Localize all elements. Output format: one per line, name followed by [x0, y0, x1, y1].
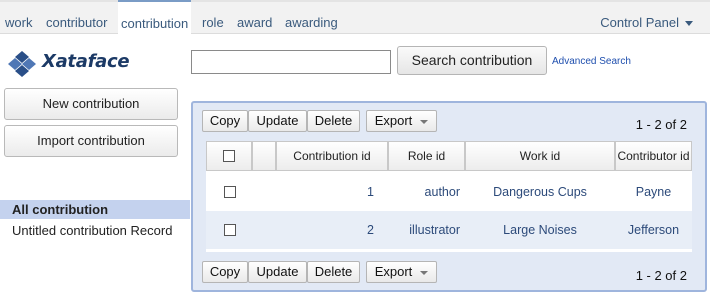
- export-label: Export: [374, 264, 413, 279]
- cell-work-id[interactable]: Large Noises: [465, 211, 615, 249]
- table-row[interactable]: 2 illustrator Large Noises Jefferson: [206, 211, 692, 249]
- sidebar-item-untitled-record[interactable]: Untitled contribution Record: [0, 221, 190, 240]
- tab-contributor[interactable]: contributor: [46, 2, 107, 34]
- top-navigation: work contributor contribution role award…: [0, 0, 710, 34]
- sidebar-item-all[interactable]: All contribution: [0, 200, 190, 219]
- cell-work-id[interactable]: Dangerous Cups: [465, 173, 615, 211]
- xataface-logo-icon: [8, 51, 36, 77]
- cell-role-id[interactable]: author: [388, 173, 460, 211]
- results-panel: Copy Update Delete Export 1 - 2 of 2 Con…: [191, 101, 707, 292]
- tab-contribution[interactable]: contribution: [118, 0, 192, 34]
- cell-contribution-id[interactable]: 2: [276, 211, 374, 249]
- control-panel-menu[interactable]: Control Panel: [600, 2, 693, 34]
- cell-role-id[interactable]: illustrator: [388, 211, 460, 249]
- export-menu-button-bottom[interactable]: Export: [366, 261, 437, 283]
- column-header-contribution-id[interactable]: Contribution id: [276, 141, 388, 171]
- copy-button[interactable]: Copy: [202, 110, 248, 132]
- actions-header: [252, 141, 276, 171]
- update-button[interactable]: Update: [248, 110, 307, 132]
- search-input[interactable]: [191, 50, 391, 74]
- tab-award[interactable]: award: [237, 2, 272, 34]
- update-button-bottom[interactable]: Update: [248, 261, 307, 283]
- copy-button-bottom[interactable]: Copy: [202, 261, 248, 283]
- advanced-search-link[interactable]: Advanced Search: [552, 56, 631, 67]
- app-logo[interactable]: Xataface: [8, 50, 130, 78]
- cell-contribution-id[interactable]: 1: [276, 173, 374, 211]
- tab-role[interactable]: role: [202, 2, 224, 34]
- chevron-down-icon: [685, 21, 693, 27]
- delete-button[interactable]: Delete: [307, 110, 360, 132]
- cell-contributor-id[interactable]: Jefferson: [615, 211, 692, 249]
- select-all-checkbox[interactable]: [223, 150, 235, 162]
- import-records-button[interactable]: Import contribution: [4, 125, 178, 157]
- column-header-work-id[interactable]: Work id: [465, 141, 615, 171]
- result-count: 1 - 2 of 2: [635, 117, 687, 132]
- logo-text: Xataface: [42, 51, 130, 72]
- control-panel-label: Control Panel: [600, 15, 679, 30]
- new-record-button[interactable]: New contribution: [4, 88, 178, 120]
- column-header-contributor-id[interactable]: Contributor id: [615, 141, 692, 171]
- chevron-down-icon: [420, 119, 429, 124]
- result-count-bottom: 1 - 2 of 2: [635, 268, 687, 283]
- results-table: Contribution id Role id Work id Contribu…: [206, 141, 692, 252]
- column-header-role-id[interactable]: Role id: [388, 141, 465, 171]
- tab-awarding[interactable]: awarding: [285, 2, 338, 34]
- search-button[interactable]: Search contribution: [397, 46, 547, 75]
- cell-contributor-id[interactable]: Payne: [615, 173, 692, 211]
- select-all-header: [206, 141, 252, 171]
- row-checkbox[interactable]: [224, 186, 236, 198]
- table-row[interactable]: 1 author Dangerous Cups Payne: [206, 173, 692, 211]
- export-label: Export: [374, 113, 413, 128]
- row-checkbox[interactable]: [224, 224, 236, 236]
- delete-button-bottom[interactable]: Delete: [307, 261, 360, 283]
- tab-work[interactable]: work: [5, 2, 32, 34]
- export-menu-button[interactable]: Export: [366, 110, 437, 132]
- chevron-down-icon: [420, 270, 429, 275]
